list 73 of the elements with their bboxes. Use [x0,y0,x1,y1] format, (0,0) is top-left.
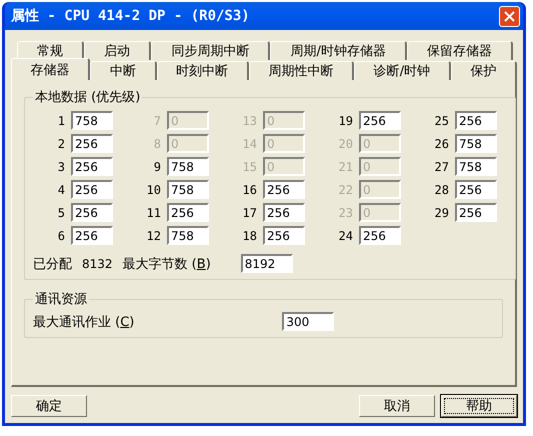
priority-number: 5 [58,206,65,220]
priority-number: 25 [434,114,449,128]
priority-number: 4 [58,182,65,196]
tab[interactable]: 启动 [84,41,152,60]
input-field[interactable]: 758 [71,111,113,130]
input-field[interactable]: 256 [71,157,113,176]
group-title: 本地数据 (优先级) [34,89,142,106]
input-field[interactable]: 300 [282,312,334,331]
priority-number: 19 [338,114,353,128]
input-field[interactable]: 256 [359,111,401,130]
priority-number: 9 [154,160,161,174]
input-field[interactable]: 256 [71,180,113,199]
allocated-label: 已分配 [33,256,72,272]
input-field[interactable]: 758 [455,157,497,176]
input-field[interactable]: 256 [167,203,209,222]
priority-number: 1 [58,114,65,128]
priority-number: 26 [434,136,449,150]
tab[interactable]: 同步周期中断 [151,41,270,60]
input-field[interactable]: 758 [455,134,497,153]
priority-number: 10 [146,182,161,196]
priority-number: 16 [242,182,257,196]
priority-number: 29 [434,206,449,220]
dialog-button[interactable]: 取消 [359,395,435,417]
priority-number: 15 [242,160,257,174]
priority-number: 28 [434,182,449,196]
tab[interactable]: 诊断/时钟 [354,61,451,80]
input-field[interactable]: 256 [71,134,113,153]
input-field[interactable]: 8192 [240,254,293,273]
priority-number: 3 [58,160,65,174]
priority-number: 17 [242,206,257,220]
priority-number: 20 [338,136,353,150]
priority-number: 8 [154,136,161,150]
max-bytes-label: 最大字节数 (B) [122,256,211,272]
tab[interactable]: 周期/时钟存储器 [270,41,407,60]
max-jobs-label: 最大通讯作业 (C) [33,314,134,330]
priority-number: 2 [58,136,65,150]
input-field[interactable]: 256 [263,203,305,222]
input-field[interactable]: 256 [263,180,305,199]
tab[interactable]: 周期性中断 [248,61,354,80]
input-field[interactable]: 256 [455,203,497,222]
tab[interactable]: 中断 [90,61,157,80]
priority-number: 11 [146,206,161,220]
allocated-value: 8132 [82,256,113,270]
priority-number: 7 [154,114,161,128]
input-field[interactable]: 758 [167,157,209,176]
group-title: 通讯资源 [34,291,88,308]
priority-number: 24 [338,228,353,242]
tab[interactable]: 时刻中断 [156,61,249,80]
priority-number: 6 [58,228,65,242]
priority-number: 14 [242,136,257,150]
close-button[interactable] [499,6,520,26]
dialog-button[interactable]: 确定 [11,395,87,417]
window-title: 属性 - CPU 414-2 DP - (R0/S3) [11,7,250,25]
input-field[interactable]: 256 [455,180,497,199]
input-field[interactable]: 256 [71,203,113,222]
tab[interactable]: 保护 [450,61,517,80]
input-field[interactable]: 758 [167,226,209,245]
priority-number: 18 [242,228,257,242]
priority-number: 23 [338,206,353,220]
input-field[interactable]: 256 [359,226,401,245]
close-icon [504,10,515,22]
tab[interactable]: 存储器 [11,58,90,80]
input-field[interactable]: 758 [167,180,209,199]
input-field[interactable]: 256 [455,111,497,130]
priority-number: 12 [146,228,161,242]
input-field[interactable]: 256 [71,226,113,245]
input-field[interactable]: 256 [263,226,305,245]
priority-number: 27 [434,160,449,174]
tab[interactable]: 保留存储器 [406,41,514,60]
dialog-button[interactable]: 帮助 [441,395,517,417]
priority-number: 13 [242,114,257,128]
priority-number: 21 [338,160,353,174]
priority-number: 22 [338,182,353,196]
